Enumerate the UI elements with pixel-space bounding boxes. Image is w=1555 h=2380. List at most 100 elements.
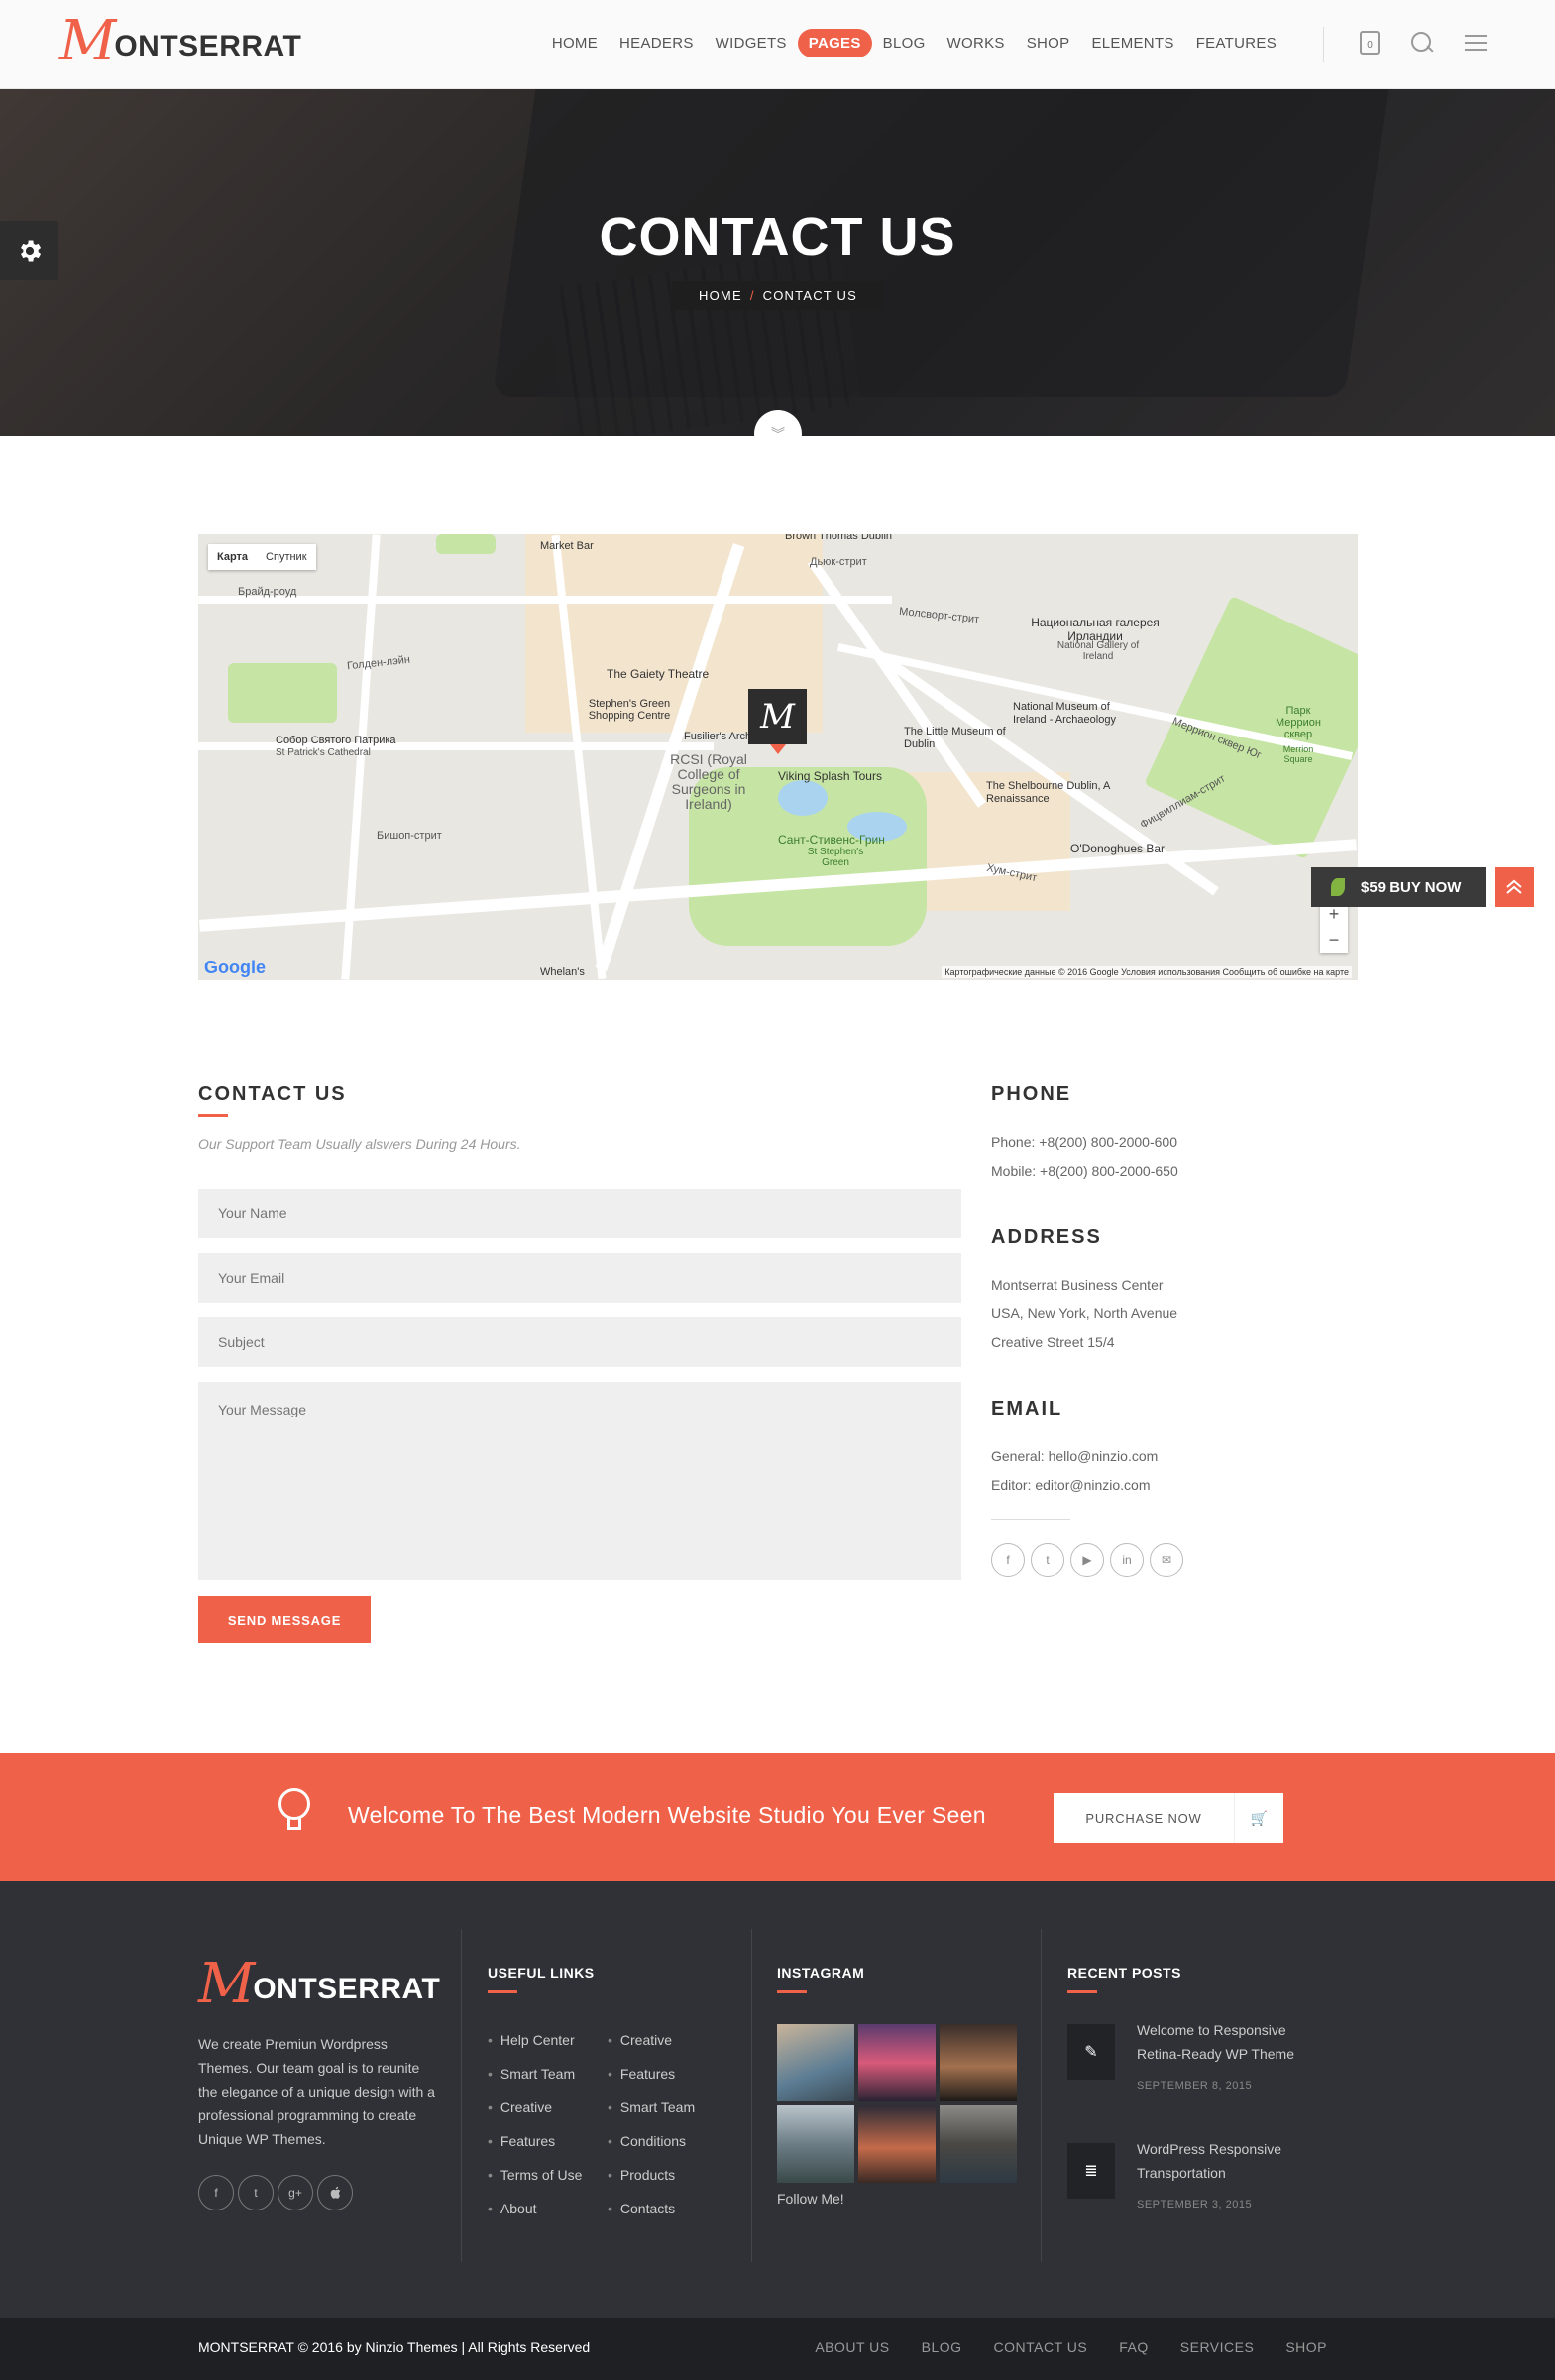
map-label: Национальная галерея Ирландии xyxy=(1031,616,1160,643)
bottom-link-blog[interactable]: BLOG xyxy=(922,2339,962,2355)
bottom-link-services[interactable]: SERVICES xyxy=(1180,2339,1255,2355)
chevron-double-down-icon: ︾ xyxy=(771,426,785,442)
instagram-photo[interactable] xyxy=(858,2105,936,2183)
map-label: Brown Thomas Dublin xyxy=(785,534,893,542)
useful-links-title: USEFUL LINKS xyxy=(488,1965,595,1981)
edit-icon[interactable]: ✎ xyxy=(1067,2024,1115,2080)
envato-leaf-icon xyxy=(1331,878,1345,896)
google-logo: Google xyxy=(204,958,266,977)
footer-link[interactable]: Creative xyxy=(488,2099,552,2115)
nav-works[interactable]: WORKS xyxy=(937,29,1016,57)
footer-column-divider xyxy=(461,1929,462,2262)
instagram-photo[interactable] xyxy=(858,2024,936,2101)
nav-home[interactable]: HOME xyxy=(541,29,609,57)
bottom-link-shop[interactable]: SHOP xyxy=(1285,2339,1327,2355)
apple-icon[interactable] xyxy=(317,2175,353,2210)
buy-now-button[interactable]: $59 BUY NOW xyxy=(1311,867,1486,907)
bottom-nav: ABOUT US BLOG CONTACT US FAQ SERVICES SH… xyxy=(783,2339,1327,2355)
map-park-patrick xyxy=(228,663,337,723)
footer-link[interactable]: Products xyxy=(608,2167,675,2183)
map-tab-satellite[interactable]: Спутник xyxy=(257,544,315,570)
logo-text: ONTSERRAT xyxy=(253,1973,441,2005)
location-map[interactable]: Карта Спутник Market Bar Brown Thomas Du… xyxy=(198,534,1358,980)
subject-input[interactable] xyxy=(198,1317,961,1367)
site-logo[interactable]: M ONTSERRAT xyxy=(59,14,301,69)
map-park-small xyxy=(436,534,496,554)
address-line: Creative Street 15/4 xyxy=(991,1334,1115,1350)
bottom-link-contact-us[interactable]: CONTACT US xyxy=(994,2339,1088,2355)
nav-shop[interactable]: SHOP xyxy=(1016,29,1081,57)
site-footer: M ONTSERRAT We create Premiun Wordpress … xyxy=(0,1881,1555,2318)
footer-column-divider xyxy=(751,1929,752,2262)
bottom-link-faq[interactable]: FAQ xyxy=(1119,2339,1149,2355)
map-label: O'Donoghues Bar xyxy=(1070,842,1166,855)
info-divider xyxy=(991,1519,1070,1520)
instagram-follow-link[interactable]: Follow Me! xyxy=(777,2191,844,2207)
cart-icon: 🛒 xyxy=(1234,1793,1283,1843)
purchase-now-button[interactable]: PURCHASE NOW 🛒 xyxy=(1054,1793,1283,1843)
instagram-photo[interactable] xyxy=(777,2105,854,2183)
footer-logo[interactable]: M ONTSERRAT xyxy=(198,1957,440,2012)
footer-link[interactable]: Contacts xyxy=(608,2201,675,2216)
facebook-icon[interactable]: f xyxy=(198,2175,234,2210)
nav-elements[interactable]: ELEMENTS xyxy=(1080,29,1184,57)
youtube-icon[interactable]: ▶ xyxy=(1070,1543,1104,1577)
bottom-link-about-us[interactable]: ABOUT US xyxy=(815,2339,889,2355)
send-message-button[interactable]: SEND MESSAGE xyxy=(198,1596,371,1643)
header-icons: 0 xyxy=(1360,31,1487,55)
search-icon[interactable] xyxy=(1411,32,1433,54)
map-pond xyxy=(778,780,828,816)
name-input[interactable] xyxy=(198,1189,961,1238)
recent-post-title[interactable]: Welcome to Responsive Retina-Ready WP Th… xyxy=(1137,2018,1325,2066)
map-label: Market Bar xyxy=(540,540,594,552)
map-label: Парк Меррион сквер xyxy=(1276,705,1321,740)
main-nav: HOME HEADERS WIDGETS PAGES BLOG WORKS SH… xyxy=(541,29,1287,57)
map-label: The Shelbourne Dublin, A Renaissance xyxy=(986,780,1110,805)
instagram-photo[interactable] xyxy=(777,2024,854,2101)
cart-icon[interactable]: 0 xyxy=(1360,31,1380,55)
page-hero: CONTACT US HOME / CONTACT US xyxy=(0,89,1555,436)
twitter-icon[interactable]: t xyxy=(238,2175,274,2210)
back-to-top-button[interactable] xyxy=(1495,867,1534,907)
footer-link[interactable]: Smart Team xyxy=(608,2099,695,2115)
email-input[interactable] xyxy=(198,1253,961,1303)
mail-icon[interactable]: ✉ xyxy=(1150,1543,1183,1577)
footer-link[interactable]: Help Center xyxy=(488,2032,575,2048)
breadcrumb-separator: / xyxy=(749,287,755,303)
map-location-marker[interactable]: M xyxy=(748,689,807,754)
twitter-icon[interactable]: t xyxy=(1031,1543,1064,1577)
logo-mark: M xyxy=(59,9,117,73)
breadcrumb-home[interactable]: HOME xyxy=(699,288,742,303)
zoom-out-button[interactable]: − xyxy=(1320,927,1348,953)
footer-link[interactable]: Conditions xyxy=(608,2133,686,2149)
instagram-title: INSTAGRAM xyxy=(777,1965,865,1981)
map-attribution[interactable]: Картографические данные © 2016 Google Ус… xyxy=(942,966,1352,978)
map-label: Брайд-роуд xyxy=(238,586,297,598)
facebook-icon[interactable]: f xyxy=(991,1543,1025,1577)
footer-link[interactable]: About xyxy=(488,2201,537,2216)
footer-link[interactable]: Creative xyxy=(608,2032,672,2048)
nav-pages[interactable]: PAGES xyxy=(797,29,872,57)
map-tab-map[interactable]: Карта xyxy=(208,544,257,570)
google-plus-icon[interactable]: g+ xyxy=(278,2175,313,2210)
document-icon[interactable]: ≣ xyxy=(1067,2143,1115,2199)
nav-headers[interactable]: HEADERS xyxy=(609,29,705,57)
instagram-photo[interactable] xyxy=(940,2024,1017,2101)
footer-link[interactable]: Features xyxy=(608,2066,675,2082)
footer-link[interactable]: Features xyxy=(488,2133,555,2149)
linkedin-icon[interactable]: in xyxy=(1110,1543,1144,1577)
nav-features[interactable]: FEATURES xyxy=(1185,29,1287,57)
nav-blog[interactable]: BLOG xyxy=(872,29,937,57)
purchase-now-label: PURCHASE NOW xyxy=(1085,1810,1202,1826)
scroll-down-button[interactable]: ︾ xyxy=(754,410,802,458)
hamburger-menu-icon[interactable] xyxy=(1465,35,1487,51)
footer-link[interactable]: Smart Team xyxy=(488,2066,575,2082)
settings-panel-toggle[interactable] xyxy=(0,221,58,280)
instagram-photo[interactable] xyxy=(940,2105,1017,2183)
nav-widgets[interactable]: WIDGETS xyxy=(705,29,798,57)
message-textarea[interactable] xyxy=(198,1382,961,1580)
footer-link[interactable]: Terms of Use xyxy=(488,2167,582,2183)
map-road xyxy=(198,596,892,604)
recent-post-title[interactable]: WordPress Responsive Transportation xyxy=(1137,2137,1325,2185)
map-label: Голден-лэйн xyxy=(346,653,411,673)
